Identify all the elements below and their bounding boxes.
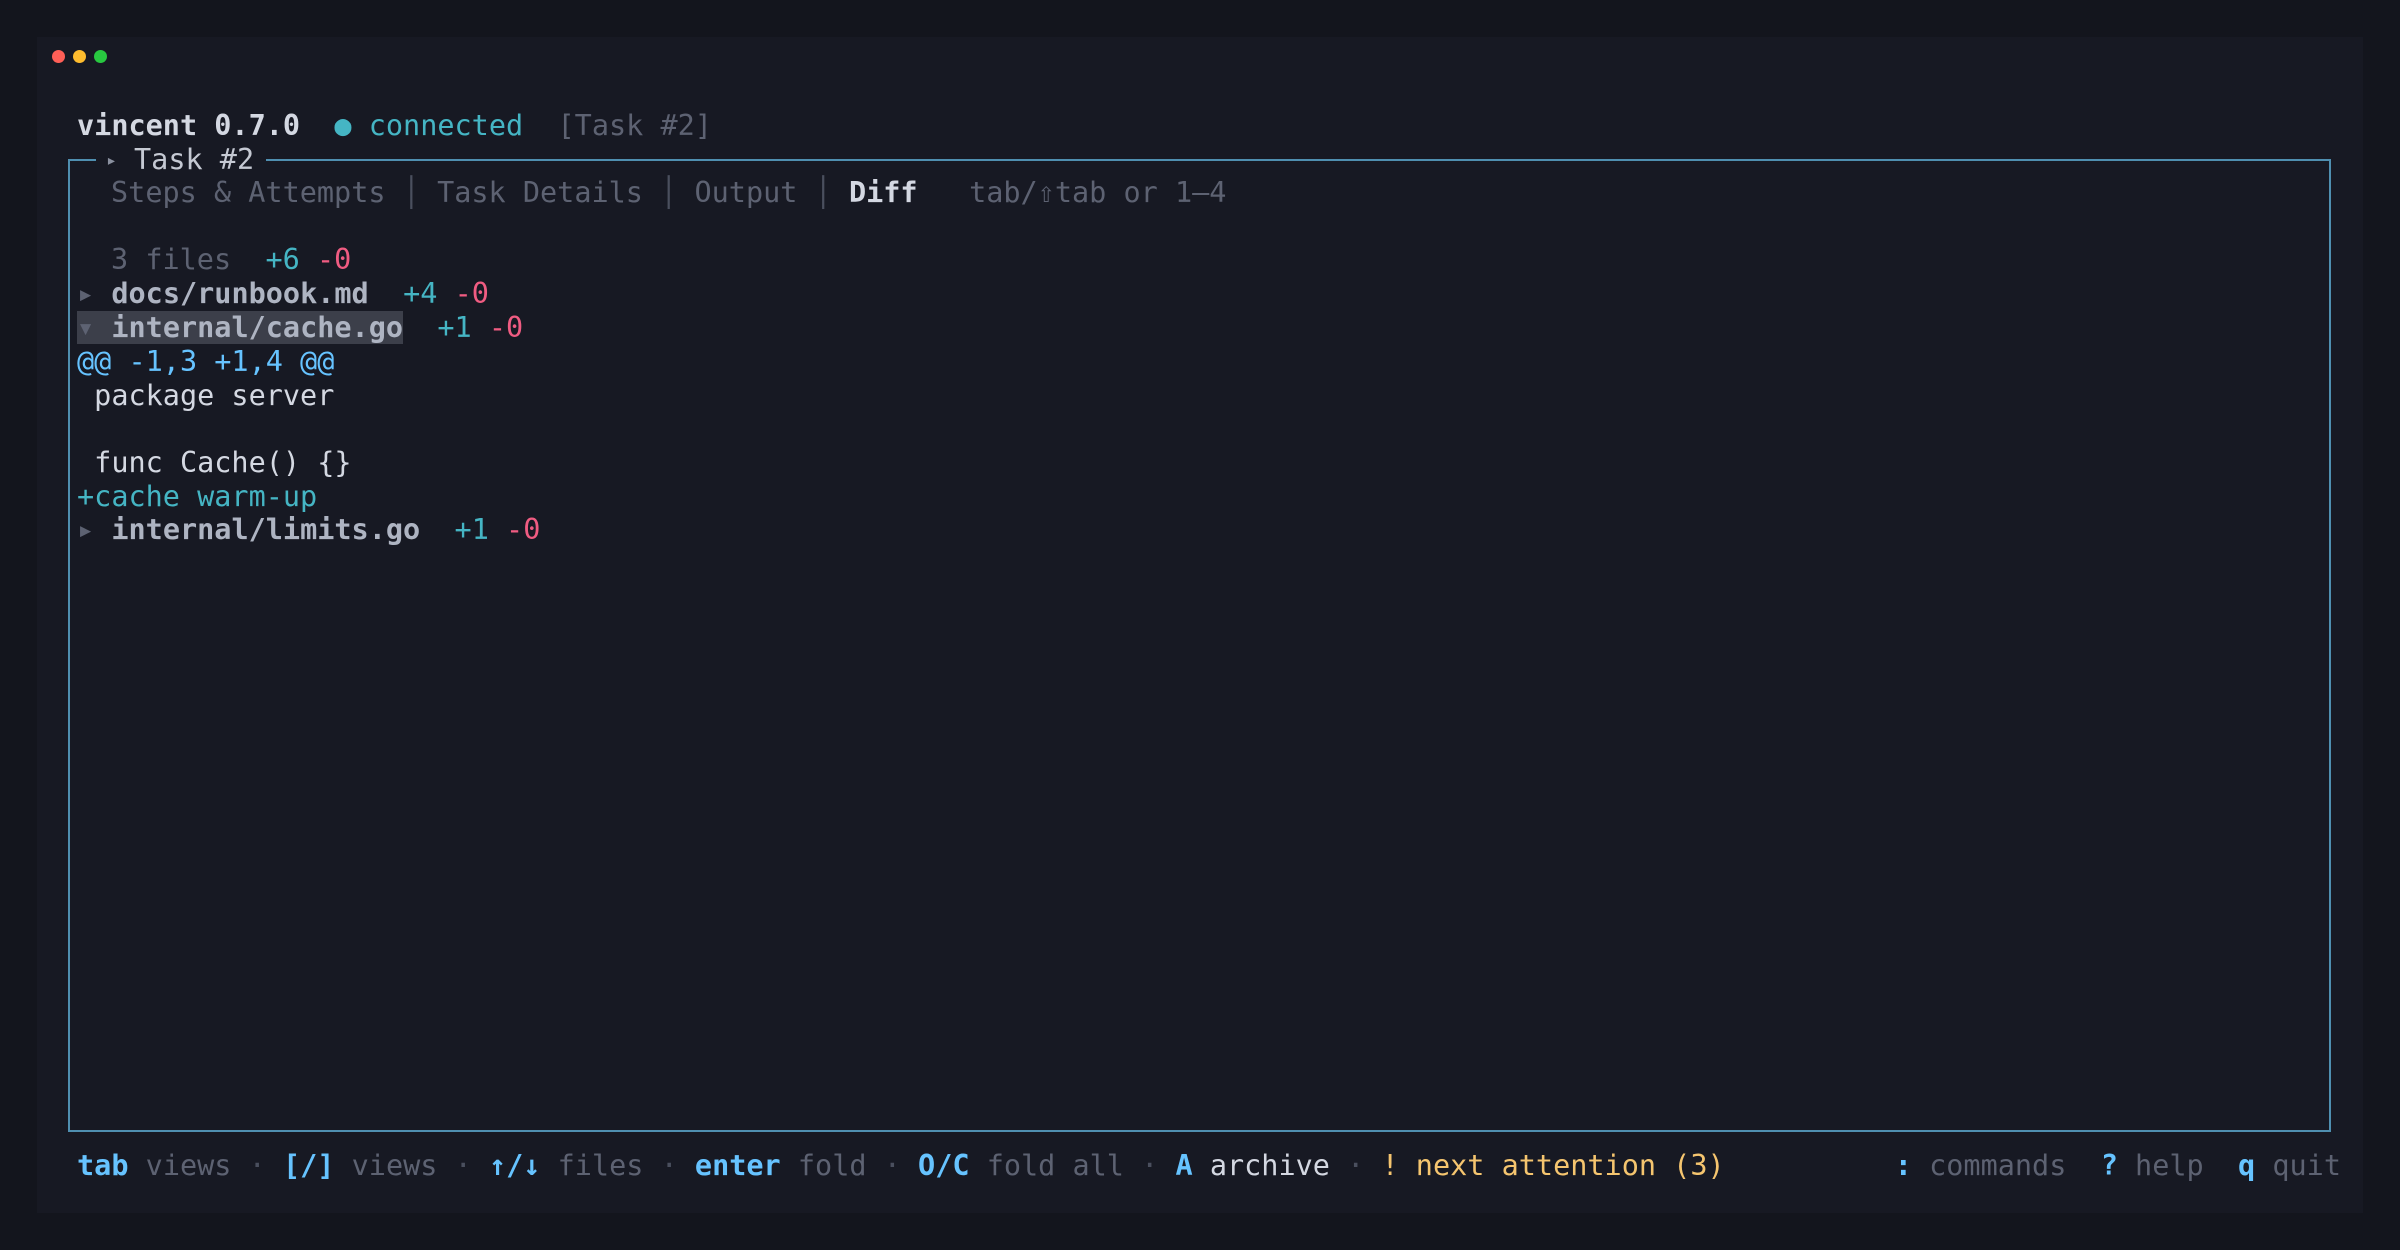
app-header: vincent 0.7.0 ● connected [Task #2] (77, 109, 712, 143)
key-help: ? (2100, 1149, 2118, 1182)
diff-context-line: package server (77, 379, 335, 412)
key-enter: enter (694, 1149, 781, 1182)
key-attention: ! (1381, 1149, 1399, 1182)
tab-diff[interactable]: Diff (849, 176, 918, 209)
file-added-count: +1 (454, 513, 489, 546)
key-brackets: [/] (282, 1149, 335, 1182)
dot-separator: · (1141, 1149, 1159, 1182)
file-removed-count: -0 (488, 311, 524, 344)
dot-separator: · (248, 1149, 266, 1182)
app-name: vincent 0.7.0 (77, 109, 301, 142)
selected-file-highlight[interactable]: ▾ internal/cache.go (77, 311, 404, 344)
key-desc: files (557, 1149, 644, 1182)
keybinding-bar: tab views · [/] views · ↑/↓ files · ente… (77, 1149, 1725, 1183)
key-desc: views (351, 1149, 438, 1182)
diff-file-row-selected[interactable]: ▾ internal/cache.go +1 -0 (77, 311, 523, 345)
key-quit: q (2238, 1149, 2256, 1182)
connection-status-icon: ● (334, 109, 352, 142)
file-count: 3 files (111, 243, 232, 276)
file-removed-count: -0 (454, 277, 489, 310)
triangle-right-icon: ▸ (106, 150, 117, 171)
key-archive: A (1175, 1149, 1193, 1182)
key-oc: O/C (918, 1149, 970, 1182)
panel-title: ▸ Task #2 (96, 143, 267, 177)
key-desc: commands (1929, 1149, 2067, 1182)
key-tab: tab (77, 1149, 129, 1182)
dot-separator: · (883, 1149, 901, 1182)
key-arrows: ↑/↓ (488, 1149, 541, 1182)
dot-separator: · (1347, 1149, 1365, 1182)
expand-arrow-icon[interactable]: ▸ (77, 513, 94, 546)
task-reference: [Task #2] (557, 109, 712, 142)
key-desc: fold (797, 1149, 867, 1182)
file-added-count: +4 (403, 277, 438, 310)
dot-separator: · (660, 1149, 678, 1182)
tab-task-details[interactable]: Task Details (437, 176, 643, 209)
tab-separator: │ (402, 176, 420, 209)
diff-context-line: func Cache() {} (77, 446, 352, 479)
tab-bar: Steps & Attempts │ Task Details │ Output… (111, 176, 1226, 210)
tab-separator: │ (814, 176, 832, 209)
total-removed: -0 (316, 243, 352, 276)
file-added-count: +1 (437, 311, 472, 344)
expand-arrow-icon[interactable]: ▸ (77, 277, 94, 310)
attention-desc: next attention (3) (1415, 1149, 1725, 1182)
zoom-window-button[interactable] (94, 50, 107, 63)
key-desc: fold all (986, 1149, 1124, 1182)
key-desc: views (145, 1149, 232, 1182)
key-desc: quit (2272, 1149, 2341, 1182)
hunk-header: @@ -1,3 +1,4 @@ (77, 345, 335, 378)
key-desc: archive (1209, 1149, 1330, 1182)
collapse-arrow-icon[interactable]: ▾ (77, 311, 94, 344)
tab-output[interactable]: Output (694, 176, 797, 209)
diff-added-line: +cache warm-up (77, 480, 318, 513)
file-path[interactable]: internal/limits.go (111, 513, 420, 546)
keybinding-bar-right: : commands ? help q quit (1895, 1149, 2341, 1183)
connection-status: connected (368, 109, 524, 142)
file-path[interactable]: docs/runbook.md (111, 277, 368, 310)
tab-steps-attempts[interactable]: Steps & Attempts (111, 176, 386, 209)
diff-file-row[interactable]: ▸ docs/runbook.md +4 -0 (77, 277, 489, 311)
key-commands: : (1894, 1149, 1912, 1182)
panel-title-text: Task #2 (134, 143, 255, 176)
tab-separator: │ (660, 176, 678, 209)
diff-summary: 3 files +6 -0 (111, 243, 351, 277)
dot-separator: · (454, 1149, 472, 1182)
close-window-button[interactable] (52, 50, 65, 63)
minimize-window-button[interactable] (73, 50, 86, 63)
diff-file-row[interactable]: ▸ internal/limits.go +1 -0 (77, 513, 540, 547)
file-removed-count: -0 (506, 513, 541, 546)
total-added: +6 (265, 243, 300, 276)
file-path[interactable]: internal/cache.go (111, 311, 403, 344)
key-desc: help (2135, 1149, 2204, 1182)
tab-navigation-hint: tab/⇧tab or 1–4 (969, 176, 1227, 209)
